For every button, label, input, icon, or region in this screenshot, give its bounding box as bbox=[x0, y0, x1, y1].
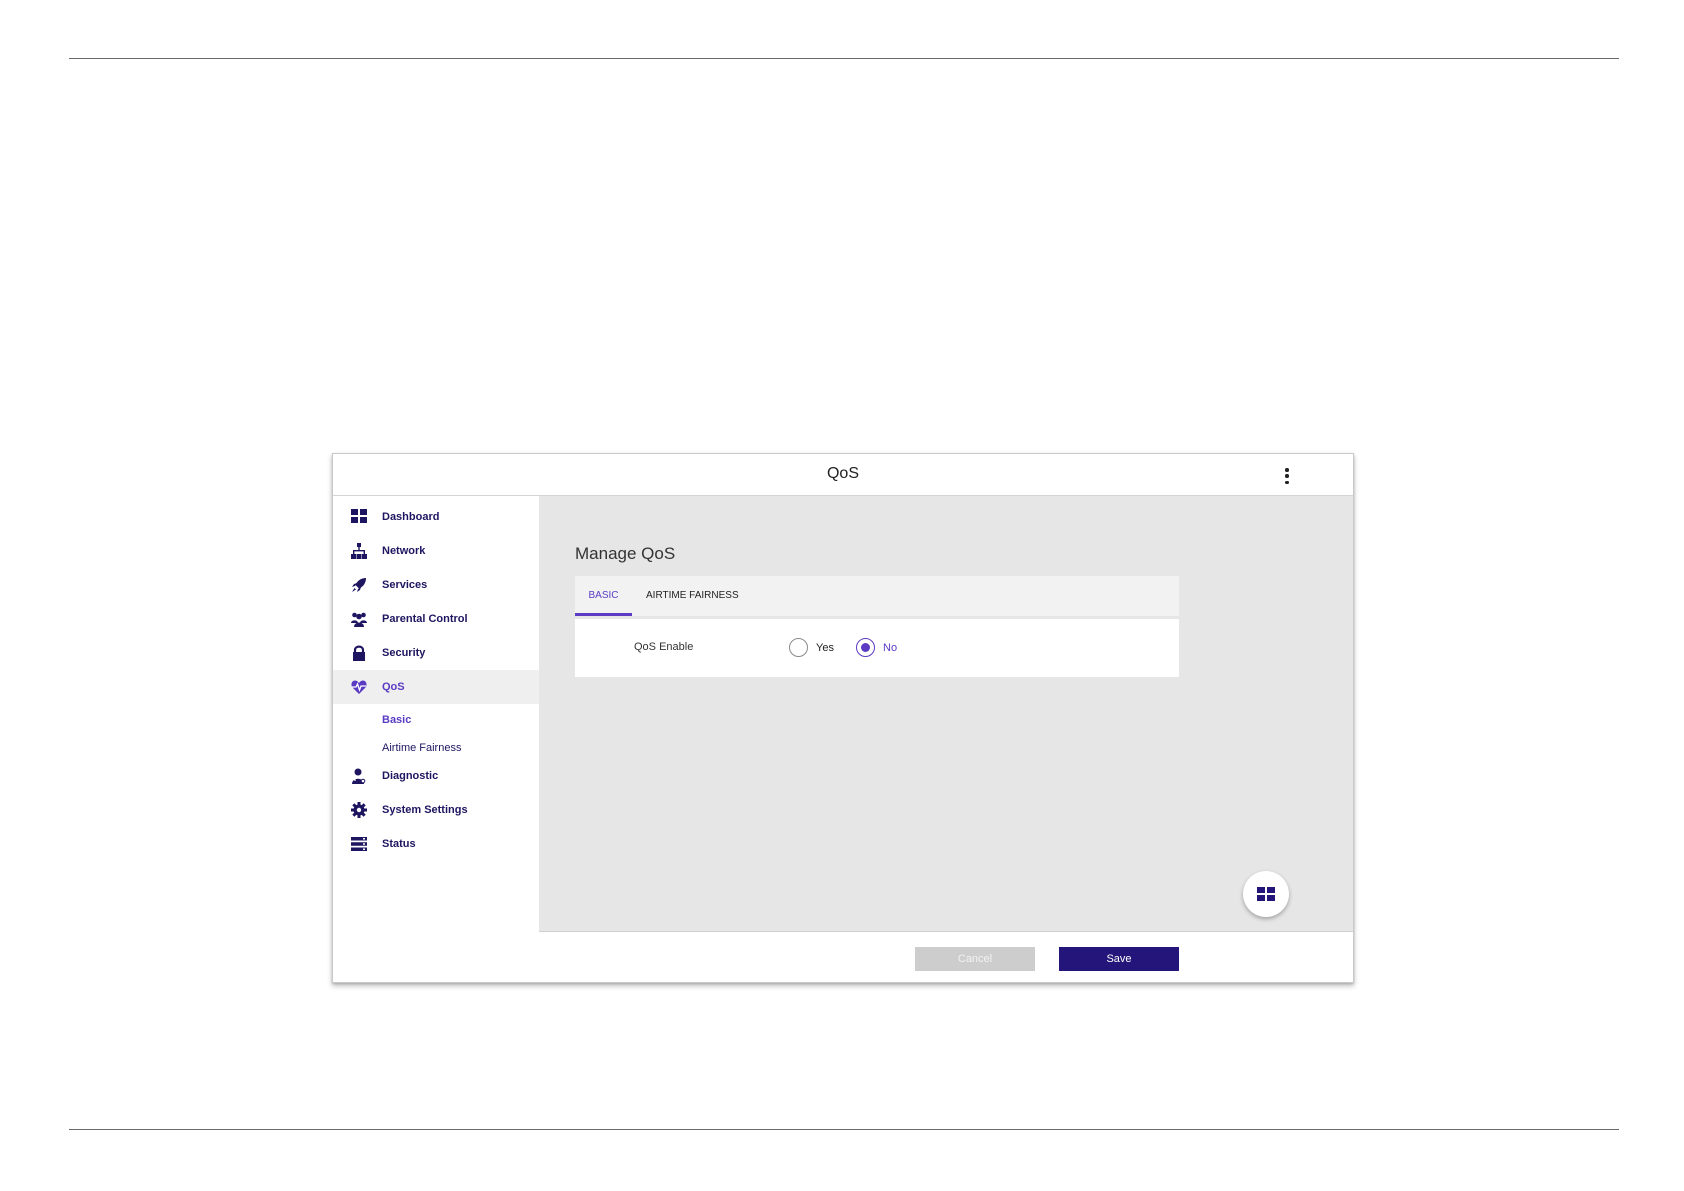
page-title: QoS bbox=[826, 465, 859, 482]
save-button[interactable]: Save bbox=[1059, 947, 1179, 971]
sidebar-item-system-settings[interactable]: System Settings bbox=[333, 793, 539, 827]
more-vert-icon[interactable] bbox=[1283, 468, 1291, 484]
cancel-button[interactable]: Cancel bbox=[915, 947, 1035, 971]
sidebar-item-label: Parental Control bbox=[382, 613, 468, 625]
qos-enable-no-label[interactable]: No bbox=[883, 642, 897, 654]
sidebar-item-diagnostic[interactable]: Diagnostic bbox=[333, 759, 539, 793]
qos-enable-yes-label[interactable]: Yes bbox=[816, 642, 834, 654]
dashboard-grid-icon bbox=[1257, 887, 1275, 901]
sidebar-subitem-basic[interactable]: Basic bbox=[382, 714, 411, 726]
sidebar-item-label: Services bbox=[382, 579, 428, 591]
sidebar-item-network[interactable]: Network bbox=[333, 534, 539, 568]
quick-menu-button[interactable] bbox=[1243, 871, 1289, 917]
qos-enable-no-radio[interactable] bbox=[856, 638, 875, 657]
sidebar-item-label: Status bbox=[382, 838, 416, 850]
tab-basic[interactable]: BASIC bbox=[575, 576, 632, 616]
network-tree-icon bbox=[351, 543, 367, 559]
tab-airtime-fairness[interactable]: AIRTIME FAIRNESS bbox=[646, 576, 739, 616]
lock-icon bbox=[351, 645, 367, 661]
qos-enable-yes-radio[interactable] bbox=[789, 638, 808, 657]
dashboard-grid-icon bbox=[351, 509, 367, 525]
sidebar: Dashboard Network Services Parental Cont… bbox=[333, 496, 539, 936]
main-content: Manage QoS BASIC AIRTIME FAIRNESS QoS En… bbox=[539, 496, 1353, 932]
sidebar-item-label: Dashboard bbox=[382, 511, 440, 523]
title-bar: QoS bbox=[333, 454, 1353, 496]
gear-icon bbox=[351, 802, 367, 818]
sidebar-item-label: Network bbox=[382, 545, 426, 557]
page-top-rule bbox=[69, 58, 1619, 59]
sidebar-item-parental-control[interactable]: Parental Control bbox=[333, 602, 539, 636]
section-heading: Manage QoS bbox=[575, 544, 676, 563]
document-page: QoS Dashboard Network Services Parental … bbox=[0, 0, 1684, 1191]
sidebar-item-dashboard[interactable]: Dashboard bbox=[333, 500, 539, 534]
heartbeat-icon bbox=[351, 679, 367, 695]
server-list-icon bbox=[351, 836, 367, 852]
router-ui-window: QoS Dashboard Network Services Parental … bbox=[332, 453, 1354, 983]
sidebar-item-label: System Settings bbox=[382, 804, 468, 816]
qos-settings-card: QoS Enable Yes No bbox=[575, 619, 1179, 677]
sidebar-item-label: Security bbox=[382, 647, 426, 659]
users-icon bbox=[351, 611, 367, 627]
sidebar-item-security[interactable]: Security bbox=[333, 636, 539, 670]
sidebar-item-label: QoS bbox=[382, 681, 405, 693]
sidebar-item-qos[interactable]: QoS bbox=[333, 670, 539, 704]
sidebar-subitem-airtime-fairness[interactable]: Airtime Fairness bbox=[382, 742, 461, 754]
page-bottom-rule bbox=[69, 1129, 1619, 1130]
sidebar-item-services[interactable]: Services bbox=[333, 568, 539, 602]
sidebar-item-label: Diagnostic bbox=[382, 770, 439, 782]
tab-bar: BASIC AIRTIME FAIRNESS bbox=[575, 576, 1179, 616]
sidebar-item-status[interactable]: Status bbox=[333, 827, 539, 861]
doctor-icon bbox=[351, 768, 367, 784]
qos-enable-label: QoS Enable bbox=[634, 641, 694, 653]
rocket-icon bbox=[351, 577, 367, 593]
